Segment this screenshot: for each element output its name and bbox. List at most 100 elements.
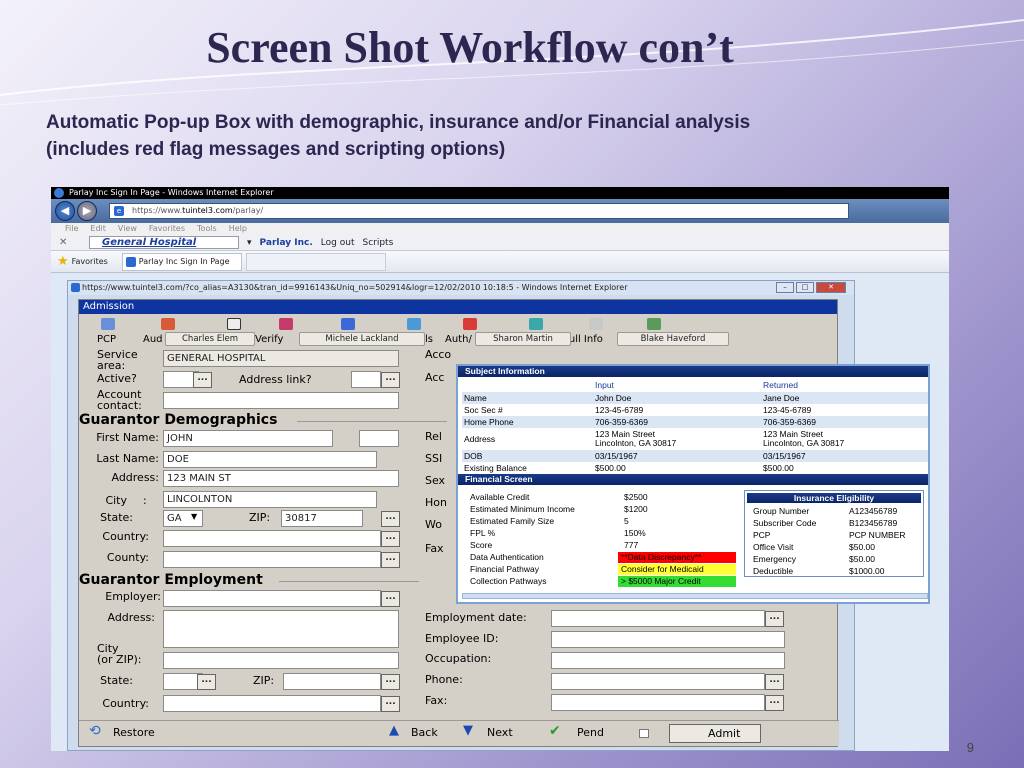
employer-zip-lookup-button[interactable]: ... [381,674,400,690]
address-row: ◀ ▶ e https://www.tuintel3.com/parlay/ [51,199,949,223]
user-pill-charles[interactable]: Charles Elem [165,332,255,346]
employment-date-lookup-button[interactable]: ... [765,611,784,627]
card-icon[interactable] [589,318,603,330]
service-area-field[interactable]: GENERAL HOSPITAL [163,350,399,367]
active-lookup-button[interactable]: ... [193,372,212,388]
service-area-label-2: area: [97,359,126,372]
country-lookup-button[interactable]: ... [381,531,400,547]
hospital-selector[interactable]: General Hospital [89,236,239,249]
auth-label[interactable]: Auth/ [445,334,472,345]
forward-arrow-icon[interactable]: ▶ [77,201,97,221]
browser-tab[interactable]: Parlay Inc Sign In Page [121,252,242,271]
phone-lookup-button[interactable]: ... [765,674,784,690]
pull-icon[interactable] [647,318,661,330]
city-field[interactable]: LINCOLNTON [163,491,377,508]
employee-id-field[interactable] [551,631,785,648]
aud-icon[interactable] [161,318,175,330]
down-arrow-icon[interactable]: ▼ [463,723,473,738]
address-link-field[interactable] [351,371,381,388]
aud-label[interactable]: Aud [143,334,163,345]
employer-state-lookup-button[interactable]: ... [197,674,216,690]
close-button[interactable]: ✕ [816,282,846,293]
occupation-label: Occupation: [425,652,492,665]
user-pill-michele[interactable]: Michele Lackland [299,332,425,346]
account-contact-field[interactable] [163,392,399,409]
up-arrow-icon[interactable]: ▲ [389,723,399,738]
checkmark-icon[interactable]: ✔ [549,723,561,739]
admit-button[interactable]: Admit [669,724,761,743]
is-label[interactable]: ls [425,334,433,345]
address-field[interactable]: 123 MAIN ST [163,470,399,487]
middle-name-field[interactable] [359,430,399,447]
hsp-icon[interactable] [341,318,355,330]
employment-date-field[interactable] [551,610,765,627]
back-button[interactable]: Back [411,726,438,739]
user-pill-blake[interactable]: Blake Haveford [617,332,729,346]
user-pill-sharon[interactable]: Sharon Martin [475,332,571,346]
people-icon[interactable] [279,318,293,330]
restore-button[interactable]: Restore [113,726,155,739]
company-menu[interactable]: Parlay Inc. [260,238,313,248]
address-link-lookup-button[interactable]: ... [381,372,400,388]
address-bar[interactable]: e https://www.tuintel3.com/parlay/ [109,203,849,219]
back-arrow-icon[interactable]: ◀ [55,201,75,221]
shield-icon[interactable] [529,318,543,330]
county-lookup-button[interactable]: ... [381,552,400,568]
employer-city-field[interactable] [163,652,399,669]
employer-country-field[interactable] [163,695,381,712]
menu-tools[interactable]: Tools [197,223,217,235]
guarantor-employment-heading: Guarantor Employment [79,572,263,588]
verify-icon[interactable] [227,318,241,330]
occupation-field[interactable] [551,652,785,669]
county-field[interactable] [163,551,381,568]
employer-zip-field[interactable] [283,673,381,690]
last-name-field[interactable]: DOE [163,451,377,468]
fin-label: Estimated Family Size [470,516,555,526]
employer-address-label: Address: [107,611,155,624]
employer-address-field[interactable] [163,610,399,648]
employer-fax-field[interactable] [551,694,765,711]
zip-field[interactable]: 30817 [281,510,363,527]
close-toolbar-icon[interactable]: ✕ [59,237,89,248]
horizontal-scrollbar[interactable] [462,593,928,599]
logout-button[interactable]: Log out [321,238,355,248]
pcp-icon[interactable] [101,318,115,330]
restore-icon[interactable]: ⟲ [89,723,101,739]
minimize-button[interactable]: – [776,282,794,293]
scripts-button[interactable]: Scripts [362,238,393,248]
country-field[interactable] [163,530,381,547]
verify-label[interactable]: Verify [255,334,283,345]
new-tab[interactable] [245,252,386,271]
zip-lookup-button[interactable]: ... [381,511,400,527]
auth-icon[interactable] [463,318,477,330]
ins-label: Office Visit [753,542,794,552]
menu-edit[interactable]: Edit [90,223,106,235]
first-name-label: First Name: [96,431,159,444]
first-name-field[interactable]: JOHN [163,430,333,447]
menu-help[interactable]: Help [229,223,247,235]
phone-field[interactable] [551,673,765,690]
ie-tab-icon [125,256,136,267]
employer-lookup-button[interactable]: ... [381,591,400,607]
transfer-icon[interactable] [407,318,421,330]
menu-favorites[interactable]: Favorites [149,223,185,235]
input-column-header: Input [595,380,614,390]
next-button[interactable]: Next [487,726,513,739]
pend-checkbox[interactable] [639,729,649,738]
insurance-row: Emergency $50.00 [753,554,923,565]
maximize-button[interactable]: □ [796,282,814,293]
state-dropdown-icon[interactable]: ▼ [191,512,197,521]
pend-button[interactable]: Pend [577,726,604,739]
menu-view[interactable]: View [118,223,137,235]
employer-field[interactable] [163,590,381,607]
pcp-label[interactable]: PCP [97,334,116,345]
favorites-button[interactable]: Favorites [72,257,108,266]
row-returned: Jane Doe [763,393,800,403]
subject-row-ssn: Soc Sec # 123-45-6789 123-45-6789 [462,404,928,416]
menu-file[interactable]: File [65,223,78,235]
employer-country-lookup-button[interactable]: ... [381,696,400,712]
favorites-star-icon[interactable]: ★ [57,254,69,269]
fax-lookup-button[interactable]: ... [765,695,784,711]
insurance-row: Office Visit $50.00 [753,542,923,553]
dropdown-arrow-icon[interactable]: ▾ [247,238,252,248]
